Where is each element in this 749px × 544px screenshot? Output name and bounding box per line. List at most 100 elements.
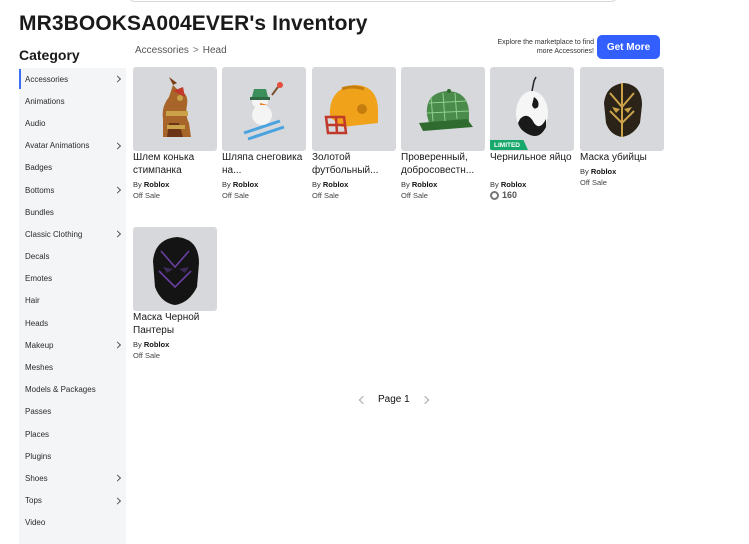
- item-thumbnail[interactable]: [580, 67, 664, 151]
- category-sidebar: Accessories Animations Audio Avatar Anim…: [19, 68, 126, 544]
- sidebar-item-emotes[interactable]: Emotes: [19, 268, 126, 290]
- chevron-right-icon: [113, 474, 122, 483]
- green-plaid-cap-icon: [419, 89, 473, 131]
- sidebar-item-label: Animations: [25, 96, 65, 106]
- sidebar-item-label: Tops: [25, 496, 42, 506]
- item-name[interactable]: Чернильное яйцо: [490, 151, 574, 165]
- chevron-right-icon[interactable]: [420, 395, 429, 404]
- sidebar-item-classic-clothing[interactable]: Classic Clothing: [19, 223, 126, 245]
- item-thumbnail[interactable]: [222, 67, 306, 151]
- item-name[interactable]: Проверенный, добросовестн...: [401, 151, 485, 177]
- item-price: Off Sale: [133, 351, 160, 360]
- sidebar-item-label: Audio: [25, 118, 46, 128]
- chevron-right-icon: [113, 186, 122, 194]
- ink-egg-icon: [516, 76, 548, 136]
- sidebar-item-accessories[interactable]: Accessories: [19, 68, 126, 90]
- explore-marketplace-text: Explore the marketplace to find more Acc…: [497, 39, 595, 55]
- sidebar-item-label: Bottoms: [25, 185, 55, 195]
- sidebar-item-shoes[interactable]: Shoes: [19, 467, 126, 489]
- item-name[interactable]: Маска Черной Пантеры: [133, 311, 217, 337]
- black-panther-mask-icon: [153, 237, 199, 305]
- item-thumbnail[interactable]: [312, 67, 396, 151]
- sidebar-item-decals[interactable]: Decals: [19, 246, 126, 268]
- item-price: Off Sale: [222, 191, 249, 200]
- sidebar-item-label: Models & Packages: [25, 385, 96, 395]
- item-price: Off Sale: [401, 191, 428, 200]
- item-creator[interactable]: By Roblox: [133, 340, 169, 349]
- sidebar-item-bottoms[interactable]: Bottoms: [19, 179, 126, 201]
- sidebar-item-label: Decals: [25, 252, 50, 262]
- sidebar-item-places[interactable]: Places: [19, 423, 126, 445]
- item-creator[interactable]: By Roblox: [222, 180, 258, 189]
- sidebar-item-label: Shoes: [25, 473, 48, 483]
- sidebar-item-passes[interactable]: Passes: [19, 401, 126, 423]
- item-price: Off Sale: [580, 178, 607, 187]
- page-indicator: Page 1: [378, 394, 410, 405]
- steampunk-horse-helmet-icon: [162, 77, 191, 137]
- search-bar[interactable]: [128, 0, 618, 2]
- limited-badge: LIMITED: [490, 140, 528, 150]
- item-creator[interactable]: By Roblox: [401, 180, 437, 189]
- sidebar-item-label: Classic Clothing: [25, 229, 83, 239]
- chevron-right-icon: [113, 142, 122, 150]
- sidebar-item-plugins[interactable]: Plugins: [19, 445, 126, 467]
- sidebar-item-label: Heads: [25, 318, 49, 328]
- sidebar-item-audio[interactable]: Audio: [19, 112, 126, 134]
- item-name[interactable]: Маска убийцы: [580, 151, 664, 165]
- item-price: 160: [490, 190, 517, 200]
- sidebar-item-label: Video: [25, 518, 46, 528]
- item-thumbnail[interactable]: [133, 67, 217, 151]
- item-price: Off Sale: [312, 191, 339, 200]
- sidebar-item-badges[interactable]: Badges: [19, 157, 126, 179]
- item-creator[interactable]: By Roblox: [312, 180, 348, 189]
- item-thumbnail[interactable]: [133, 227, 217, 311]
- sidebar-item-label: Passes: [25, 407, 52, 417]
- item-name[interactable]: Шляпа снеговика на...: [222, 151, 306, 177]
- sidebar-item-video[interactable]: Video: [19, 512, 126, 534]
- sidebar-item-label: Badges: [25, 163, 53, 173]
- sidebar-item-heads[interactable]: Heads: [19, 312, 126, 334]
- page-title: MR3BOOKSA004EVER's Inventory: [19, 12, 368, 35]
- item-name[interactable]: Золотой футбольный...: [312, 151, 396, 177]
- sidebar-item-label: Avatar Animations: [25, 141, 90, 151]
- sidebar-item-bundles[interactable]: Bundles: [19, 201, 126, 223]
- item-creator[interactable]: By Roblox: [580, 167, 616, 176]
- sidebar-item-label: Hair: [25, 296, 40, 306]
- sidebar-item-label: Accessories: [25, 74, 69, 84]
- item-thumbnail[interactable]: LIMITED: [490, 67, 574, 151]
- chevron-right-icon: [113, 75, 122, 83]
- sidebar-item-label: Makeup: [25, 340, 54, 350]
- robux-icon: [490, 190, 499, 200]
- killmonger-mask-icon: [604, 83, 642, 137]
- snowman-hat-icon: [243, 82, 285, 141]
- get-more-button[interactable]: Get More: [597, 35, 660, 59]
- sidebar-item-makeup[interactable]: Makeup: [19, 334, 126, 356]
- item-thumbnail[interactable]: [401, 67, 485, 151]
- sidebar-item-label: Emotes: [25, 274, 53, 284]
- item-price: Off Sale: [133, 191, 160, 200]
- chevron-left-icon[interactable]: [358, 395, 368, 404]
- sidebar-item-label: Bundles: [25, 207, 54, 217]
- sidebar-item-avatar-animations[interactable]: Avatar Animations: [19, 135, 126, 157]
- chevron-right-icon: [113, 230, 122, 238]
- breadcrumb: Accessories > Head: [135, 45, 227, 56]
- sidebar-item-models-packages[interactable]: Models & Packages: [19, 379, 126, 401]
- item-creator[interactable]: By Roblox: [133, 180, 169, 189]
- sidebar-item-label: Meshes: [25, 363, 54, 373]
- chevron-right-icon: [113, 497, 122, 505]
- category-heading: Category: [19, 47, 80, 63]
- sidebar-item-meshes[interactable]: Meshes: [19, 356, 126, 378]
- breadcrumb-root-link[interactable]: Accessories: [135, 45, 189, 56]
- item-name[interactable]: Шлем конька стимпанка: [133, 151, 217, 177]
- item-creator[interactable]: By Roblox: [490, 180, 526, 189]
- breadcrumb-separator: >: [192, 45, 199, 56]
- sidebar-item-animations[interactable]: Animations: [19, 90, 126, 112]
- sidebar-item-tops[interactable]: Tops: [19, 490, 126, 512]
- breadcrumb-current: Head: [202, 45, 227, 56]
- gold-football-helmet-icon: [324, 85, 378, 135]
- sidebar-item-label: Plugins: [25, 451, 52, 461]
- pagination: Page 1: [358, 394, 429, 405]
- sidebar-item-label: Places: [25, 429, 50, 439]
- sidebar-item-hair[interactable]: Hair: [19, 290, 126, 312]
- chevron-right-icon: [113, 341, 122, 349]
